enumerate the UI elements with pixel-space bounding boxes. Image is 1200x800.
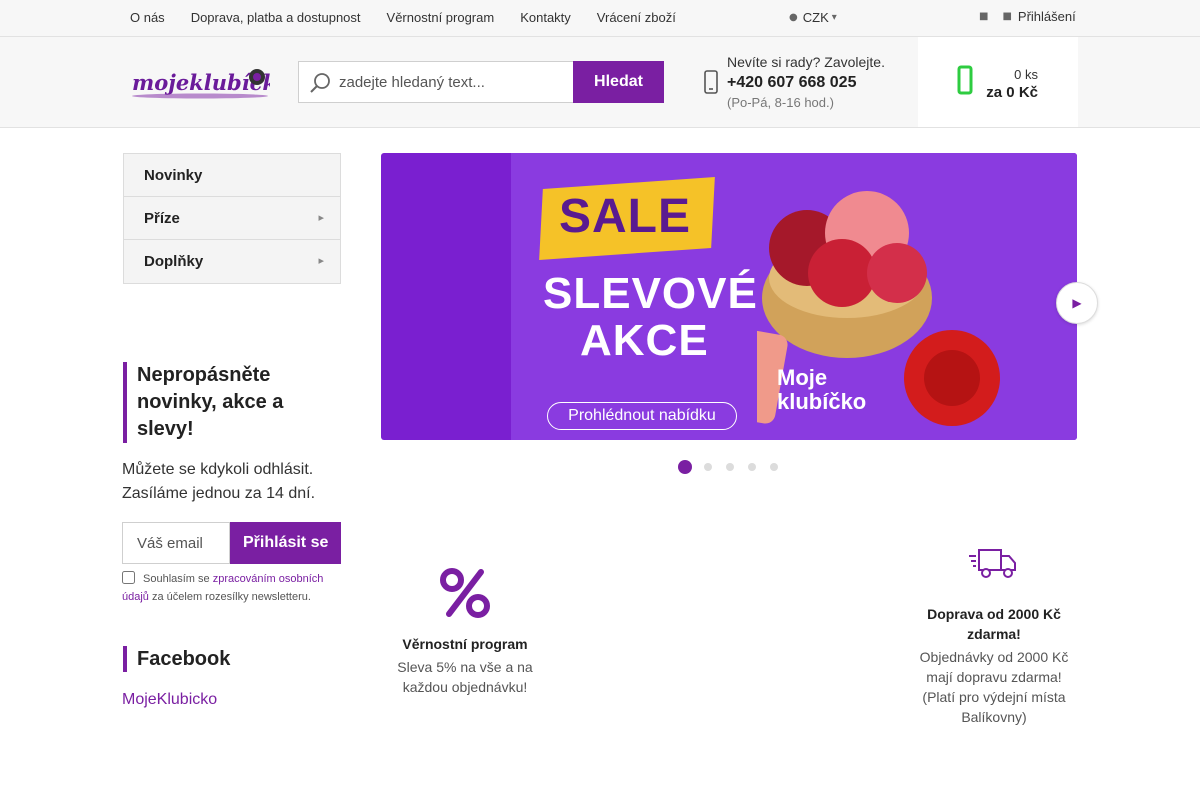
category-label: Novinky (144, 167, 203, 184)
nav-link-contacts[interactable]: Kontakty (520, 10, 571, 25)
sale-label: SALE (559, 190, 692, 243)
help-contact: Nevíte si rady? Zavolejte. +420 607 668 … (727, 54, 885, 110)
banner-headline-2: AKCE (580, 316, 709, 365)
cart[interactable]: 0 ks za 0 Kč (918, 37, 1078, 127)
login-label: Přihlášení (1017, 9, 1076, 24)
currency-icon: ● (789, 12, 798, 23)
email-field[interactable] (122, 522, 230, 564)
facebook-link[interactable]: MojeKlubicko (122, 691, 217, 709)
help-question: Nevíte si rady? Zavolejte. (727, 54, 885, 70)
nav-link-shipping[interactable]: Doprava, platba a dostupnost (191, 10, 361, 25)
user-icon: ■ (1002, 11, 1012, 22)
slider-dot-4[interactable] (748, 463, 756, 471)
browse-offer-button[interactable]: Prohlédnout nabídku (547, 402, 737, 430)
phone-icon (704, 70, 718, 94)
login-link[interactable]: ■ ■ Přihlášení (979, 9, 1076, 24)
newsletter-title: Nepropásněte novinky, akce a slevy! (123, 362, 341, 443)
nav-link-about[interactable]: O nás (130, 10, 165, 25)
newsletter-consent: Souhlasím se zpracováním osobních údajů … (122, 570, 342, 606)
chevron-right-icon[interactable]: ▸ (318, 254, 324, 267)
category-novinky[interactable]: Novinky (124, 154, 340, 197)
search-box (298, 61, 573, 103)
subscribe-button[interactable]: Přihlásit se (230, 522, 341, 564)
slider-next-button[interactable]: ▶ (1056, 282, 1098, 324)
search-button[interactable]: Hledat (573, 61, 664, 103)
cart-icon (957, 65, 973, 95)
svg-text:mojeklubíčko: mojeklubíčko (132, 70, 270, 95)
currency-selector[interactable]: ● CZK ▾ (789, 10, 837, 25)
chevron-right-icon[interactable]: ▸ (318, 211, 324, 224)
header: mojeklubíčko Hledat Nevíte si rady? Zavo… (0, 37, 1200, 128)
delivery-truck-icon (969, 549, 1016, 578)
consent-suffix: za účelem rozesílky newsletteru. (151, 591, 311, 603)
benefit-text: Sleva 5% na vše a na každou objednávku! (397, 659, 533, 695)
benefit-shipping: Doprava od 2000 Kč zdarma! Objednávky od… (914, 546, 1074, 727)
category-label: Příze (144, 210, 180, 227)
chevron-down-icon: ▾ (831, 12, 837, 23)
facebook-title: Facebook (123, 646, 341, 672)
login-icon: ■ (979, 11, 989, 22)
newsletter-text: Můžete se kdykoli odhlásit. Zasíláme jed… (122, 461, 316, 502)
top-navigation: O nás Doprava, platba a dostupnost Věrno… (130, 10, 702, 25)
category-menu: Novinky Příze ▸ Doplňky ▸ (123, 153, 341, 284)
category-doplnky[interactable]: Doplňky ▸ (124, 240, 340, 283)
newsletter-form: Přihlásit se (122, 522, 341, 564)
benefit-text: Objednávky od 2000 Kč mají dopravu zdarm… (919, 649, 1069, 725)
category-prize[interactable]: Příze ▸ (124, 197, 340, 240)
slider-dot-3[interactable] (726, 463, 734, 471)
search-form: Hledat (298, 61, 664, 103)
cart-total: za 0 Kč (986, 84, 1038, 101)
nav-link-returns[interactable]: Vrácení zboží (597, 10, 676, 25)
phone-number[interactable]: +420 607 668 025 (727, 74, 885, 92)
percent-icon (440, 568, 490, 618)
slider-dot-2[interactable] (704, 463, 712, 471)
benefit-title: Věrnostní program (402, 636, 528, 652)
promo-banner[interactable]: SALE SLEVOVÉ AKCE Prohlédnout nabídku Mo… (381, 153, 1077, 440)
benefit-loyalty: Věrnostní program Sleva 5% na vše a na k… (385, 568, 545, 697)
cart-count: 0 ks (1014, 67, 1038, 82)
consent-prefix: Souhlasím se (143, 573, 210, 585)
banner-headline-1: SLEVOVÉ (543, 269, 758, 318)
search-icon (310, 73, 330, 93)
search-input[interactable] (339, 62, 569, 102)
banner-brand-line-2: klubíčko (777, 389, 867, 414)
banner-brand-line-1: Moje (777, 365, 828, 390)
category-label: Doplňky (144, 253, 204, 270)
slider-dots (678, 460, 792, 474)
slider-dot-1[interactable] (678, 460, 692, 474)
site-logo[interactable]: mojeklubíčko (130, 63, 291, 101)
currency-label: CZK (802, 10, 829, 25)
nav-link-loyalty[interactable]: Věrnostní program (387, 10, 495, 25)
slider-dot-5[interactable] (770, 463, 778, 471)
consent-checkbox[interactable] (122, 571, 135, 584)
opening-hours: (Po-Pá, 8-16 hod.) (727, 95, 834, 110)
benefit-title: Doprava od 2000 Kč zdarma! (927, 606, 1061, 642)
top-bar: O nás Doprava, platba a dostupnost Věrno… (0, 0, 1200, 37)
banner-brand: Moje klubíčko (777, 366, 866, 414)
